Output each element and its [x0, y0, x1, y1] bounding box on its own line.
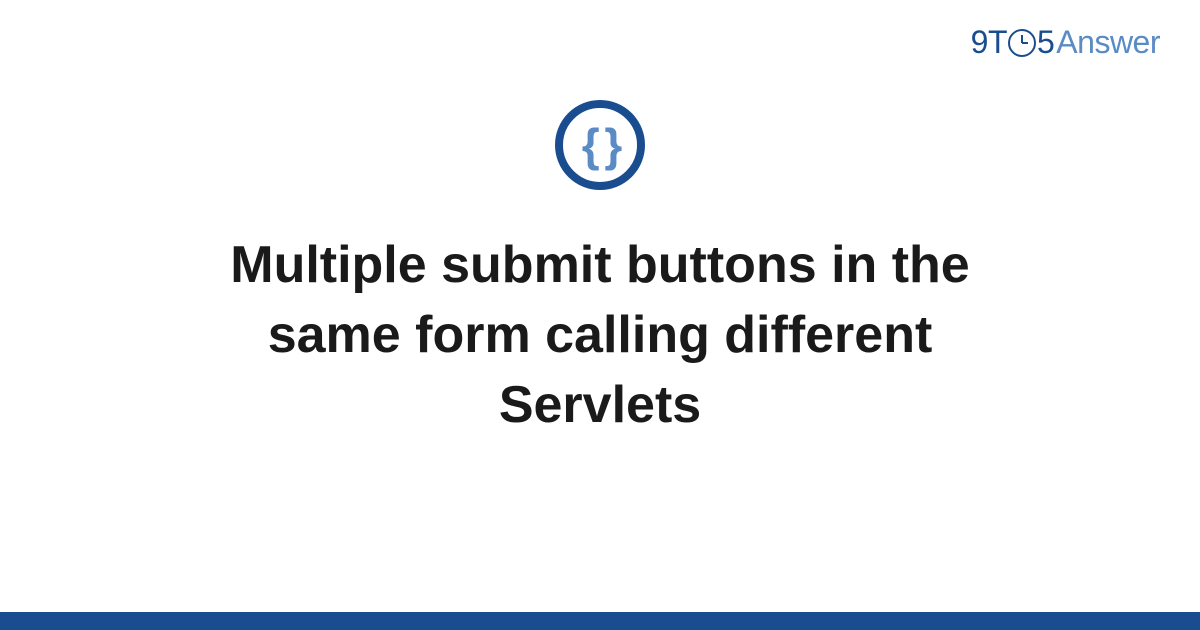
site-logo: 9 T 5 Answer — [971, 24, 1160, 61]
topic-icon-circle: { } — [555, 100, 645, 190]
logo-text-9: 9 — [971, 24, 988, 61]
code-braces-icon: { } — [582, 122, 619, 168]
logo-text-t: T — [988, 24, 1007, 61]
footer-accent-bar — [0, 612, 1200, 630]
page-title: Multiple submit buttons in the same form… — [120, 230, 1080, 441]
logo-text-5: 5 — [1037, 24, 1054, 61]
clock-icon — [1008, 29, 1036, 57]
logo-text-answer: Answer — [1056, 24, 1160, 61]
main-content: { } Multiple submit buttons in the same … — [0, 100, 1200, 441]
